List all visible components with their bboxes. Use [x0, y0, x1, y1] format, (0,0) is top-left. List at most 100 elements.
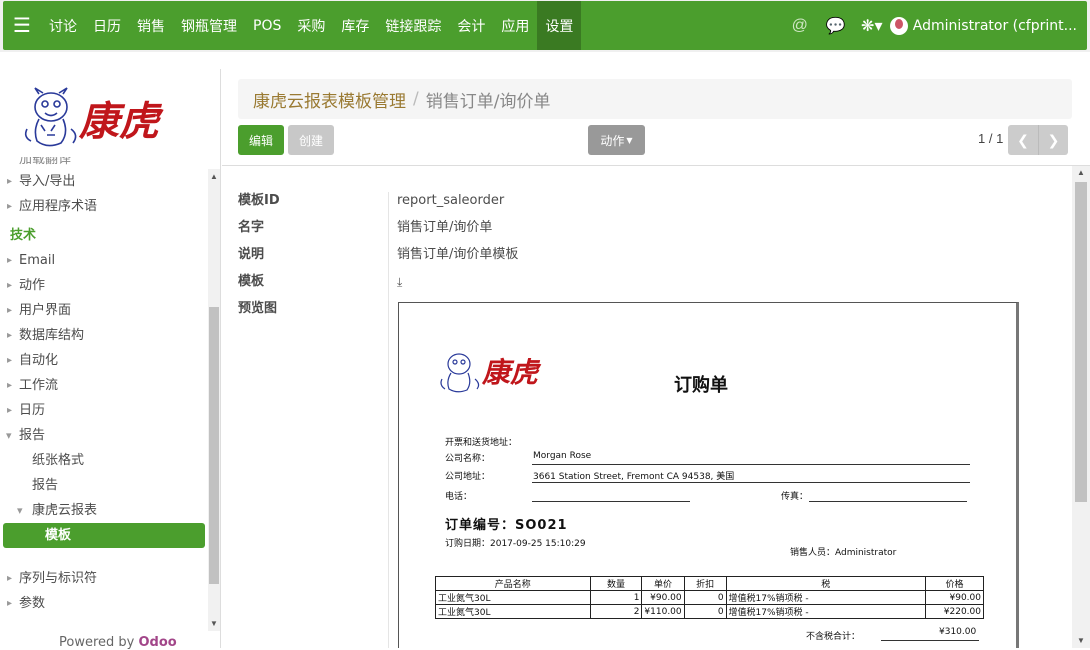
sidebar-item[interactable]: 报告	[3, 473, 207, 498]
preview-image: 康虎 订购单 开票和送货地址： 公司名称： Morgan Rose 公司地址： …	[398, 302, 1019, 648]
edit-button[interactable]: 编辑	[238, 125, 284, 155]
table-row: 工业氮气30L 2 ¥110.00 0 增值税17%销项税 - ¥220.00	[435, 604, 984, 619]
user-name: Administrator (cfprint...	[912, 17, 1077, 34]
order-no-value: SO021	[515, 518, 568, 533]
table-row: 工业氮气30L 1 ¥90.00 0 增值税17%销项税 - ¥90.00	[435, 590, 984, 605]
menu-item-5[interactable]: 采购	[289, 1, 333, 50]
doc-address-heading: 开票和送货地址：	[445, 438, 518, 448]
table-cell: 增值税17%销项税 -	[725, 590, 927, 605]
sidebar: 康虎 加载翻译导入/导出应用程序术语技术 Email动作用户界面数据库结构自动化工…	[3, 69, 221, 650]
table-cell: 工业氮气30L	[435, 604, 591, 619]
menu-item-9[interactable]: 应用	[493, 1, 537, 50]
breadcrumb-current: 销售订单/询价单	[425, 91, 551, 112]
menu-item-8[interactable]: 会计	[449, 1, 493, 50]
scrollbar-thumb[interactable]	[1075, 182, 1087, 502]
user-menu[interactable]: Administrator (cfprint...	[889, 16, 1087, 35]
underline	[809, 501, 967, 502]
doc-address-label: 公司地址：	[445, 472, 491, 482]
sidebar-item[interactable]: 模板	[3, 523, 205, 548]
breadcrumb: 康虎云报表模板管理 / 销售订单/询价单	[238, 79, 1072, 119]
pager-next-button[interactable]: ❯	[1038, 125, 1068, 155]
sidebar-item[interactable]: 导入/导出	[3, 169, 207, 194]
table-cell: 2	[589, 604, 643, 619]
menu-item-4[interactable]: POS	[245, 1, 289, 50]
scroll-down-icon[interactable]: ▼	[1072, 636, 1090, 645]
sidebar-item[interactable]: 康虎云报表	[3, 498, 207, 523]
label-name: 名字	[238, 220, 265, 235]
table-cell: 0	[683, 604, 727, 619]
sidebar-item[interactable]: 动作	[3, 273, 207, 298]
label-description: 说明	[238, 247, 265, 262]
sidebar-item[interactable]: 参数	[3, 591, 207, 616]
sidebar-item[interactable]: 自动化	[3, 348, 207, 373]
breadcrumb-separator: /	[413, 89, 419, 109]
sidebar-item[interactable]: 加载翻译	[3, 157, 207, 169]
doc-order-date: 订购日期：2017-09-25 15:10:29	[445, 539, 586, 549]
table-cell: 工业氮气30L	[435, 590, 591, 605]
table-cell: 0	[683, 590, 727, 605]
menu-item-6[interactable]: 库存	[333, 1, 377, 50]
chevron-right-icon: ❯	[1047, 131, 1060, 148]
table-cell: ¥220.00	[925, 604, 984, 619]
sidebar-item[interactable]: 日历	[3, 398, 207, 423]
sidebar-item[interactable]: 序列与标识符	[3, 566, 207, 591]
sidebar-menu: 加载翻译导入/导出应用程序术语技术 Email动作用户界面数据库结构自动化工作流日…	[3, 157, 207, 627]
doc-company-label: 公司名称：	[445, 454, 491, 464]
action-dropdown-button[interactable]: 动作 ▼	[588, 125, 645, 155]
doc-untaxed-value: ¥310.00	[939, 627, 977, 637]
menu-toggle-icon[interactable]: ☰	[3, 1, 41, 50]
sidebar-item[interactable]: 纸张格式	[3, 448, 207, 473]
label-preview: 预览图	[238, 301, 278, 316]
menu-item-3[interactable]: 钢瓶管理	[173, 1, 245, 50]
pager-counter[interactable]: 1 / 1	[978, 131, 1003, 146]
sidebar-item[interactable]: 用户界面	[3, 298, 207, 323]
at-mention-icon[interactable]: @	[782, 17, 818, 35]
create-button[interactable]: 创建	[288, 125, 334, 155]
sidebar-item[interactable]: 数据库结构	[3, 323, 207, 348]
menu-item-7[interactable]: 链接跟踪	[377, 1, 449, 50]
main-scrollbar[interactable]: ▲ ▼	[1072, 166, 1090, 648]
scrollbar-thumb[interactable]	[209, 307, 219, 584]
menu-item-2[interactable]: 销售	[129, 1, 173, 50]
label-template-id: 模板ID	[238, 193, 280, 208]
table-header-cell: 数量	[589, 576, 643, 591]
sidebar-scrollbar[interactable]: ▲ ▼	[208, 169, 220, 631]
download-icon[interactable]: ⤓	[397, 275, 402, 289]
chat-icon[interactable]: 💬	[818, 16, 854, 36]
value-template-id: report_saleorder	[397, 193, 505, 208]
table-cell: 1	[589, 590, 643, 605]
field-divider	[388, 192, 389, 648]
breadcrumb-parent-link[interactable]: 康虎云报表模板管理	[253, 87, 406, 112]
navbar-right: @ 💬 ❋▾ Administrator (cfprint...	[782, 1, 1087, 50]
table-cell: ¥90.00	[925, 590, 984, 605]
doc-phone-label: 电话：	[445, 492, 473, 502]
doc-line-items-table: 产品名称 数量 单价 折扣税价格 工业氮气30L 1 ¥90.00 0 增值税17%销项税 -…	[435, 576, 984, 619]
avatar	[889, 16, 908, 35]
sidebar-item[interactable]: 报告	[3, 423, 207, 448]
field-labels: 模板ID 名字 说明 模板 预览图	[238, 192, 280, 327]
table-header-cell: 税	[725, 576, 927, 591]
menu-item-0[interactable]: 讨论	[41, 1, 85, 50]
scroll-down-icon[interactable]: ▼	[208, 619, 220, 628]
sidebar-item[interactable]: 应用程序术语	[3, 194, 207, 219]
scroll-up-icon[interactable]: ▲	[208, 172, 220, 181]
pager-previous-button[interactable]: ❮	[1008, 125, 1038, 155]
top-navbar: ☰ 讨论 日历 销售 钢瓶管理 POS 采购 库存 链接跟踪 会计 应用 设置 @ 💬 ❋▾ Adm…	[0, 0, 1090, 52]
form-view: 模板ID 名字 说明 模板 预览图 report_saleorder 销售订单/…	[222, 166, 1072, 648]
field-values: report_saleorder 销售订单/询价单 销售订单/询价单模板 ⤓	[397, 192, 518, 300]
doc-order-number: 订单编号：SO021	[445, 514, 568, 533]
company-logo: 康虎	[21, 85, 196, 155]
caret-down-icon: ▼	[626, 135, 633, 145]
doc-address-value: 3661 Station Street, Fremont CA 94538, 美…	[533, 472, 735, 482]
sidebar-item[interactable]: 工作流	[3, 373, 207, 398]
app-menu: 讨论 日历 销售 钢瓶管理 POS 采购 库存 链接跟踪 会计 应用 设置	[41, 1, 582, 50]
sidebar-item[interactable]: Email	[3, 248, 207, 273]
preview-logo: 康虎	[437, 347, 555, 397]
menu-item-10[interactable]: 设置	[537, 1, 582, 50]
chevron-left-icon: ❮	[1017, 131, 1029, 148]
menu-item-1[interactable]: 日历	[85, 1, 129, 50]
debug-bug-icon[interactable]: ❋▾	[854, 16, 890, 36]
value-description: 销售订单/询价单模板	[397, 247, 519, 262]
sidebar-section-heading: 技术	[10, 228, 37, 243]
scroll-up-icon[interactable]: ▲	[1072, 168, 1090, 177]
